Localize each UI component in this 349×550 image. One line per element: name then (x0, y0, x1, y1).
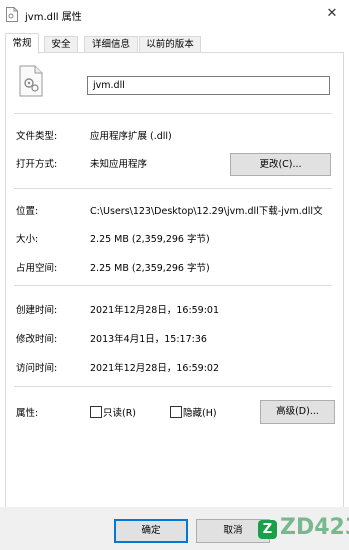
dll-file-icon (19, 65, 43, 97)
tab-general[interactable]: 常规 (5, 33, 39, 54)
disk-size-value: 2.25 MB (2,359,296 字节) (90, 263, 210, 274)
hidden-label[interactable]: 隐藏(H) (183, 405, 217, 419)
hidden-checkbox[interactable] (170, 406, 182, 418)
modified-label: 修改时间: (16, 334, 58, 345)
dll-file-icon (6, 7, 18, 22)
tab-previous-versions[interactable]: 以前的版本 (139, 36, 201, 53)
advanced-button[interactable]: 高级(D)... (260, 400, 335, 424)
modified-value: 2013年4月1日，15:17:36 (90, 334, 207, 345)
accessed-label: 访问时间: (16, 363, 58, 374)
accessed-value: 2021年12月28日，16:59:02 (90, 363, 220, 374)
file-name-input[interactable]: jvm.dll (87, 76, 330, 95)
divider (14, 285, 332, 286)
location-value: C:\Users\123\Desktop\12.29\jvm.dll下载-jvm… (90, 206, 323, 217)
tab-details[interactable]: 详细信息 (84, 36, 138, 53)
readonly-label[interactable]: 只读(R) (103, 405, 136, 419)
divider (14, 113, 332, 114)
watermark-text: ZD423 (280, 515, 349, 540)
ok-button[interactable]: 确定 (114, 519, 188, 543)
close-icon[interactable]: ✕ (323, 5, 341, 23)
change-button[interactable]: 更改(C)... (230, 153, 331, 176)
size-label: 大小: (16, 234, 39, 245)
window-title: jvm.dll 属性 (25, 12, 82, 23)
general-panel (5, 52, 344, 509)
location-label: 位置: (16, 206, 39, 217)
readonly-checkbox[interactable] (90, 406, 102, 418)
file-type-label: 文件类型: (16, 131, 58, 142)
disk-size-label: 占用空间: (16, 263, 58, 274)
file-type-value: 应用程序扩展 (.dll) (90, 131, 172, 142)
tab-security[interactable]: 安全 (44, 36, 78, 53)
attributes-label: 属性: (16, 408, 39, 419)
size-value: 2.25 MB (2,359,296 字节) (90, 234, 210, 245)
opens-with-label: 打开方式: (16, 159, 58, 170)
opens-with-value: 未知应用程序 (90, 159, 148, 170)
created-label: 创建时间: (16, 305, 58, 316)
divider (14, 386, 332, 387)
watermark-logo-icon: Z (258, 520, 277, 539)
divider (14, 188, 332, 189)
created-value: 2021年12月28日，16:59:01 (90, 305, 220, 316)
